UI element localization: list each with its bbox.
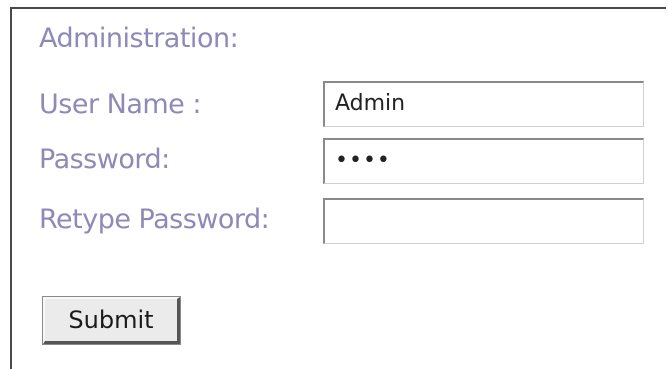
password-field[interactable]: •••• <box>323 138 644 184</box>
retype-password-label: Retype Password: <box>39 204 270 235</box>
submit-button[interactable]: Submit <box>42 296 181 345</box>
user-name-field[interactable]: Admin <box>323 81 644 127</box>
password-label: Password: <box>39 144 170 175</box>
retype-password-field[interactable] <box>323 198 644 244</box>
user-name-label: User Name : <box>39 89 201 120</box>
section-title: Administration: <box>39 23 239 54</box>
